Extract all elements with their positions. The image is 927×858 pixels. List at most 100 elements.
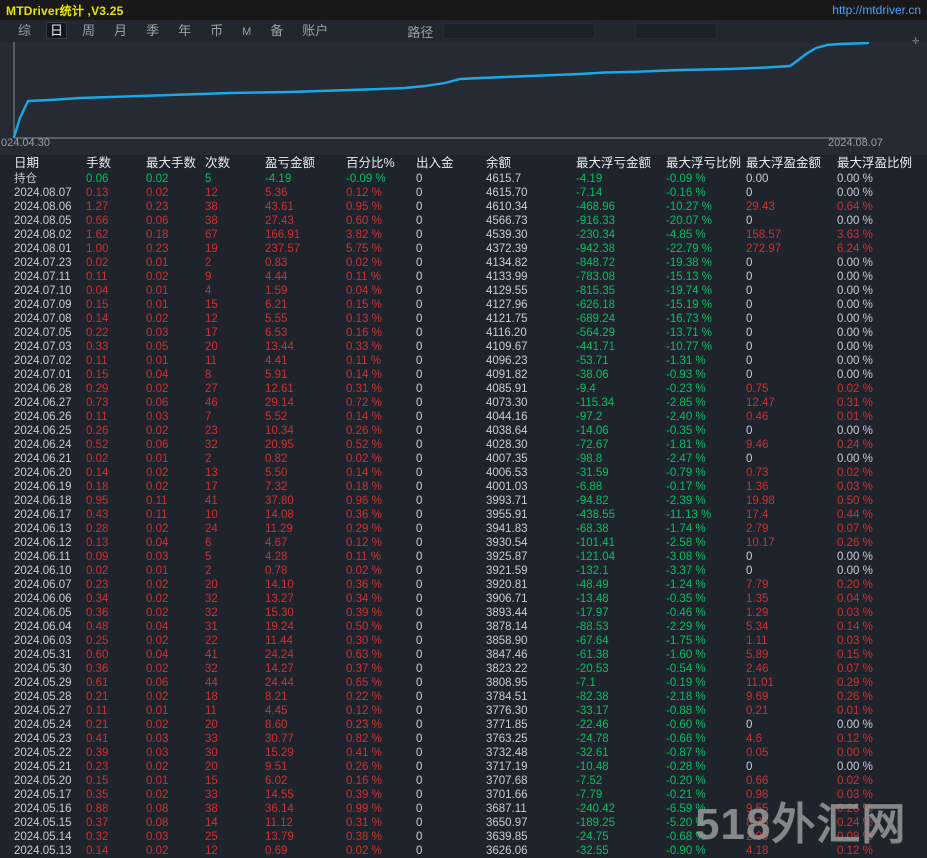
cell-9: -2.18 % <box>666 691 706 703</box>
table-row[interactable]: 2024.05.22 0.39 0.03 30 15.29 0.41 % 0 3732.48 -… <box>14 746 927 760</box>
column-header-2[interactable]: 最大手数 <box>146 155 205 172</box>
cell-8: -7.79 <box>576 789 603 801</box>
menu-item-6[interactable]: 币 <box>206 23 227 38</box>
column-header-5[interactable]: 百分比% <box>346 155 416 172</box>
table-row[interactable]: 2024.08.01 1.00 0.23 19 237.57 5.75 % 0 4372.39… <box>14 242 927 256</box>
table-row[interactable]: 2024.05.23 0.41 0.03 33 30.77 0.82 % 0 3763.25 -… <box>14 732 927 746</box>
table-row[interactable]: 2024.05.21 0.23 0.02 20 9.51 0.26 % 0 3717.19 -1… <box>14 760 927 774</box>
table-row[interactable]: 2024.07.01 0.15 0.04 8 5.91 0.14 % 0 4091.82 -38… <box>14 368 927 382</box>
cell-1: 0.88 <box>86 803 109 815</box>
cell-10: 0 <box>746 355 753 367</box>
column-header-1[interactable]: 手数 <box>86 155 146 172</box>
table-row[interactable]: 2024.07.10 0.04 0.01 4 1.59 0.04 % 0 4129.55 -81… <box>14 284 927 298</box>
cell-4: 5.55 <box>265 313 288 325</box>
column-header-7[interactable]: 余额 <box>486 155 576 172</box>
table-row[interactable]: 2024.06.27 0.73 0.06 46 29.14 0.72 % 0 4073.30 -… <box>14 396 927 410</box>
table-row[interactable]: 2024.07.23 0.02 0.01 2 0.83 0.02 % 0 4134.82 -84… <box>14 256 927 270</box>
column-header-8[interactable]: 最大浮亏金额 <box>576 155 666 172</box>
table-row[interactable]: 持仓 0.06 0.02 5 -4.19 -0.09 % 0 4615.7 -4.19 -0.09… <box>14 172 927 186</box>
table-row[interactable]: 2024.06.05 0.36 0.02 32 15.30 0.39 % 0 3893.44 -… <box>14 606 927 620</box>
column-header-3[interactable]: 次数 <box>205 155 265 172</box>
table-row[interactable]: 2024.05.30 0.36 0.02 32 14.27 0.37 % 0 3823.22 -… <box>14 662 927 676</box>
table-row[interactable]: 2024.08.06 1.27 0.23 38 43.61 0.95 % 0 4610.34 -… <box>14 200 927 214</box>
cell-11: 0.24 % <box>837 817 873 829</box>
menu-item-8[interactable]: 备 <box>266 23 287 38</box>
cell-8: -101.41 <box>576 537 616 549</box>
table-row[interactable]: 2024.06.20 0.14 0.02 13 5.50 0.14 % 0 4006.53 -3… <box>14 466 927 480</box>
menu-item-7[interactable]: M <box>238 26 255 38</box>
table-row[interactable]: 2024.06.13 0.28 0.02 24 11.29 0.29 % 0 3941.83 -… <box>14 522 927 536</box>
site-link[interactable]: http://mtdriver.cn <box>832 3 921 17</box>
table-row[interactable]: 2024.06.18 0.95 0.11 41 37.80 0.96 % 0 3993.71 -… <box>14 494 927 508</box>
table-row[interactable]: 2024.07.08 0.14 0.02 12 5.55 0.13 % 0 4121.75 -6… <box>14 312 927 326</box>
table-row[interactable]: 2024.06.03 0.25 0.02 22 11.44 0.30 % 0 3858.90 -… <box>14 634 927 648</box>
table-row[interactable]: 2024.07.11 0.11 0.02 9 4.44 0.11 % 0 4133.99 -78… <box>14 270 927 284</box>
table-row[interactable]: 2024.06.06 0.34 0.02 32 13.27 0.34 % 0 3906.71 -… <box>14 592 927 606</box>
cell-6: 0 <box>416 215 423 227</box>
path-input-secondary[interactable] <box>635 23 718 39</box>
menu-item-0[interactable]: 综 <box>14 23 35 38</box>
table-row[interactable]: 2024.05.16 0.88 0.08 38 36.14 0.99 % 0 3687.11 -… <box>14 802 927 816</box>
table-row[interactable]: 2024.06.11 0.09 0.03 5 4.28 0.11 % 0 3925.87 -12… <box>14 550 927 564</box>
table-row[interactable]: 2024.07.02 0.11 0.01 11 4.41 0.11 % 0 4096.23 -5… <box>14 354 927 368</box>
table-row[interactable]: 2024.06.24 0.52 0.06 32 20.95 0.52 % 0 4028.30 -… <box>14 438 927 452</box>
menu-item-9[interactable]: 账户 <box>298 23 332 38</box>
cell-8: -31.59 <box>576 467 609 479</box>
cell-4: 166.91 <box>265 229 301 241</box>
cell-7: 4134.82 <box>486 257 528 269</box>
table-row[interactable]: 2024.05.14 0.32 0.03 25 13.79 0.38 % 0 3639.85 -… <box>14 830 927 844</box>
table-row[interactable]: 2024.05.24 0.21 0.02 20 8.60 0.23 % 0 3771.85 -2… <box>14 718 927 732</box>
cell-1: 0.23 <box>86 579 109 591</box>
column-header-6[interactable]: 出入金 <box>416 155 486 172</box>
cell-6: 0 <box>416 299 423 311</box>
cell-0: 2024.07.02 <box>14 355 72 367</box>
table-row[interactable]: 2024.08.07 0.13 0.02 12 5.36 0.12 % 0 4615.70 -7… <box>14 186 927 200</box>
table-row[interactable]: 2024.05.28 0.21 0.02 18 8.21 0.22 % 0 3784.51 -8… <box>14 690 927 704</box>
table-row[interactable]: 2024.05.20 0.15 0.01 15 6.02 0.16 % 0 3707.68 -7… <box>14 774 927 788</box>
cell-6: 0 <box>416 327 423 339</box>
column-header-11[interactable]: 最大浮盈比例 <box>837 155 927 172</box>
table-row[interactable]: 2024.06.25 0.26 0.02 23 10.34 0.26 % 0 4038.64 -… <box>14 424 927 438</box>
cell-1: 0.34 <box>86 593 109 605</box>
table-row[interactable]: 2024.05.17 0.35 0.02 33 14.55 0.39 % 0 3701.66 -… <box>14 788 927 802</box>
table-row[interactable]: 2024.06.07 0.23 0.02 20 14.10 0.36 % 0 3920.81 -… <box>14 578 927 592</box>
column-header-0[interactable]: 日期 <box>14 155 86 172</box>
column-header-4[interactable]: 盈亏金额 <box>265 155 346 172</box>
cell-10: 1.36 <box>746 481 769 493</box>
table-row[interactable]: 2024.05.15 0.37 0.08 14 11.12 0.31 % 0 3650.97 -… <box>14 816 927 830</box>
cell-7: 4091.82 <box>486 369 528 381</box>
table-row[interactable]: 2024.05.31 0.60 0.04 41 24.24 0.63 % 0 3847.46 -… <box>14 648 927 662</box>
table-row[interactable]: 2024.06.28 0.29 0.02 27 12.61 0.31 % 0 4085.91 -… <box>14 382 927 396</box>
table-row[interactable]: 2024.05.13 0.14 0.02 12 0.69 0.02 % 0 3626.06 -3… <box>14 844 927 858</box>
table-row[interactable]: 2024.06.17 0.43 0.11 10 14.08 0.36 % 0 3955.91 -… <box>14 508 927 522</box>
table-row[interactable]: 2024.06.21 0.02 0.01 2 0.82 0.02 % 0 4007.35 -98… <box>14 452 927 466</box>
table-row[interactable]: 2024.05.27 0.11 0.01 11 4.45 0.12 % 0 3776.30 -3… <box>14 704 927 718</box>
menu-item-4[interactable]: 季 <box>142 23 163 38</box>
column-header-10[interactable]: 最大浮盈金额 <box>746 155 837 172</box>
table-row[interactable]: 2024.06.10 0.02 0.01 2 0.78 0.02 % 0 3921.59 -13… <box>14 564 927 578</box>
cell-0: 2024.07.05 <box>14 327 72 339</box>
table-row[interactable]: 2024.06.19 0.18 0.02 17 7.32 0.18 % 0 4001.03 -6… <box>14 480 927 494</box>
cell-10: 12.47 <box>746 397 775 409</box>
path-input[interactable] <box>443 23 596 39</box>
table-row[interactable]: 2024.06.12 0.13 0.04 6 4.67 0.12 % 0 3930.54 -10… <box>14 536 927 550</box>
cell-10: 9.55 <box>746 803 769 815</box>
menu-item-3[interactable]: 月 <box>110 23 131 38</box>
table-row[interactable]: 2024.07.05 0.22 0.03 17 6.53 0.16 % 0 4116.20 -5… <box>14 326 927 340</box>
table-row[interactable]: 2024.08.02 1.62 0.18 67 166.91 3.82 % 0 4539.30… <box>14 228 927 242</box>
table-row[interactable]: 2024.08.05 0.66 0.06 38 27.43 0.60 % 0 4566.73 -… <box>14 214 927 228</box>
table-row[interactable]: 2024.05.29 0.61 0.06 44 24.44 0.65 % 0 3808.95 -… <box>14 676 927 690</box>
cell-5: 0.16 % <box>346 327 382 339</box>
cell-4: 6.21 <box>265 299 288 311</box>
cell-1: 0.36 <box>86 607 109 619</box>
menu-item-1[interactable]: 日 <box>46 21 68 39</box>
x-axis-end-label: 2024.08.07 <box>828 137 884 149</box>
table-row[interactable]: 2024.06.26 0.11 0.03 7 5.52 0.14 % 0 4044.16 -97… <box>14 410 927 424</box>
column-header-9[interactable]: 最大浮亏比例 <box>666 155 746 172</box>
table-row[interactable]: 2024.07.03 0.33 0.05 20 13.44 0.33 % 0 4109.67 -… <box>14 340 927 354</box>
cell-10: 0 <box>746 565 753 577</box>
menu-item-2[interactable]: 周 <box>78 23 99 38</box>
table-row[interactable]: 2024.06.04 0.48 0.04 31 19.24 0.50 % 0 3878.14 -… <box>14 620 927 634</box>
menu-item-5[interactable]: 年 <box>174 23 195 38</box>
table-row[interactable]: 2024.07.09 0.15 0.01 15 6.21 0.15 % 0 4127.96 -6… <box>14 298 927 312</box>
